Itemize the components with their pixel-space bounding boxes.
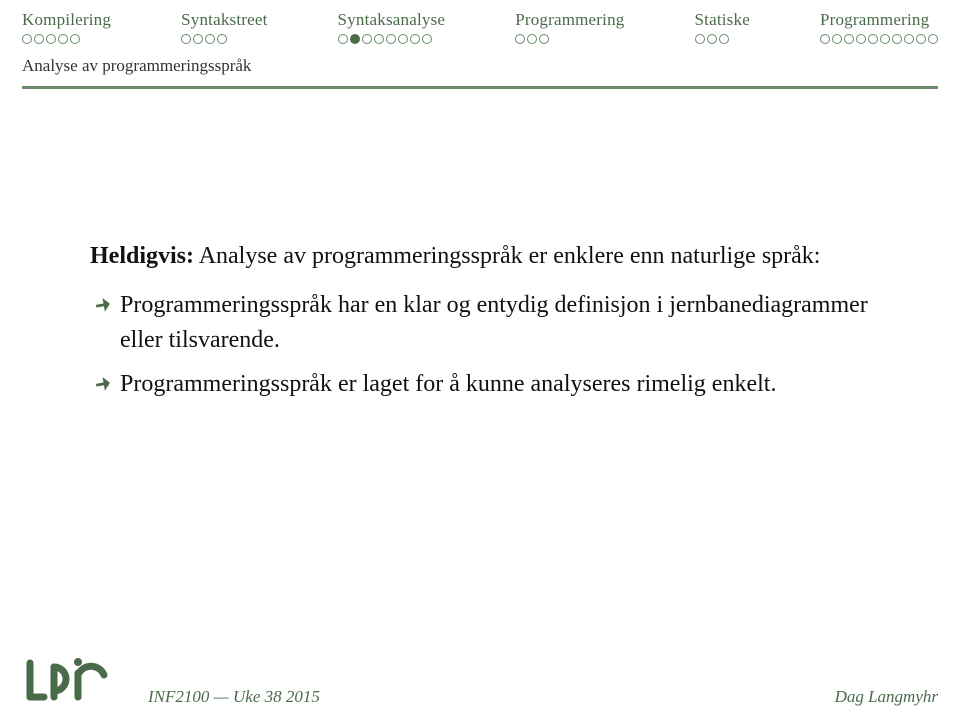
top-navigation: Kompilering Syntakstreet Syntaksanalyse Pro…	[0, 0, 960, 44]
nav-item-2[interactable]: Syntaksanalyse	[338, 10, 446, 44]
progress-dot-icon[interactable]	[844, 34, 854, 44]
progress-dot-icon[interactable]	[374, 34, 384, 44]
progress-dot-icon[interactable]	[398, 34, 408, 44]
lead-rest: Analyse av programmeringsspråk er enkler…	[194, 243, 820, 269]
progress-dot-icon[interactable]	[880, 34, 890, 44]
progress-dot-icon[interactable]	[410, 34, 420, 44]
nav-progress-dots	[515, 34, 549, 44]
progress-dot-icon[interactable]	[904, 34, 914, 44]
progress-dot-icon[interactable]	[695, 34, 705, 44]
nav-progress-dots	[820, 34, 938, 44]
nav-item-1[interactable]: Syntakstreet	[181, 10, 267, 44]
progress-dot-icon[interactable]	[34, 34, 44, 44]
slide-body: Heldigvis: Analyse av programmeringssprå…	[0, 89, 960, 402]
subsection-header: Analyse av programmeringsspråk	[0, 44, 960, 89]
progress-dot-icon[interactable]	[217, 34, 227, 44]
nav-item-3[interactable]: Programmering	[515, 10, 624, 44]
nav-progress-dots	[338, 34, 432, 44]
bullet-item: Programmeringsspråk er laget for å kunne…	[90, 367, 870, 402]
footer-course: INF2100 — Uke 38 2015	[148, 687, 320, 706]
progress-dot-icon[interactable]	[527, 34, 537, 44]
progress-dot-icon[interactable]	[338, 34, 348, 44]
progress-dot-icon[interactable]	[820, 34, 830, 44]
progress-dot-icon[interactable]	[386, 34, 396, 44]
nav-progress-dots	[181, 34, 227, 44]
progress-dot-icon[interactable]	[868, 34, 878, 44]
bullet-text: Programmeringsspråk har en klar og entyd…	[120, 292, 868, 353]
nav-item-4[interactable]: Statiske	[695, 10, 750, 44]
progress-dot-icon[interactable]	[193, 34, 203, 44]
footer: INF2100 — Uke 38 2015 Dag Langmyhr	[0, 653, 960, 707]
nav-progress-dots	[695, 34, 729, 44]
nav-item-5[interactable]: Programmering	[820, 10, 938, 44]
progress-dot-icon[interactable]	[539, 34, 549, 44]
progress-dot-icon[interactable]	[350, 34, 360, 44]
progress-dot-icon[interactable]	[205, 34, 215, 44]
nav-label: Programmering	[820, 10, 929, 30]
nav-label: Programmering	[515, 10, 624, 30]
progress-dot-icon[interactable]	[719, 34, 729, 44]
nav-label: Kompilering	[22, 10, 111, 30]
progress-dot-icon[interactable]	[515, 34, 525, 44]
slide-page: Kompilering Syntakstreet Syntaksanalyse Pro…	[0, 0, 960, 719]
lead-paragraph: Heldigvis: Analyse av programmeringssprå…	[90, 239, 870, 274]
progress-dot-icon[interactable]	[892, 34, 902, 44]
progress-dot-icon[interactable]	[70, 34, 80, 44]
bullet-list: Programmeringsspråk har en klar og entyd…	[90, 288, 870, 402]
subsection-title: Analyse av programmeringsspråk	[22, 56, 938, 76]
nav-label: Statiske	[695, 10, 750, 30]
lead-bold: Heldigvis:	[90, 243, 194, 269]
progress-dot-icon[interactable]	[181, 34, 191, 44]
bullet-text: Programmeringsspråk er laget for å kunne…	[120, 371, 776, 397]
nav-label: Syntaksanalyse	[338, 10, 446, 30]
nav-label: Syntakstreet	[181, 10, 267, 30]
progress-dot-icon[interactable]	[58, 34, 68, 44]
progress-dot-icon[interactable]	[916, 34, 926, 44]
progress-dot-icon[interactable]	[46, 34, 56, 44]
progress-dot-icon[interactable]	[856, 34, 866, 44]
footer-course-wrap: INF2100 — Uke 38 2015	[0, 687, 960, 707]
nav-progress-dots	[22, 34, 80, 44]
progress-dot-icon[interactable]	[707, 34, 717, 44]
nav-item-0[interactable]: Kompilering	[22, 10, 111, 44]
progress-dot-icon[interactable]	[832, 34, 842, 44]
progress-dot-icon[interactable]	[22, 34, 32, 44]
progress-dot-icon[interactable]	[928, 34, 938, 44]
bullet-item: Programmeringsspråk har en klar og entyd…	[90, 288, 870, 358]
progress-dot-icon[interactable]	[422, 34, 432, 44]
progress-dot-icon[interactable]	[362, 34, 372, 44]
